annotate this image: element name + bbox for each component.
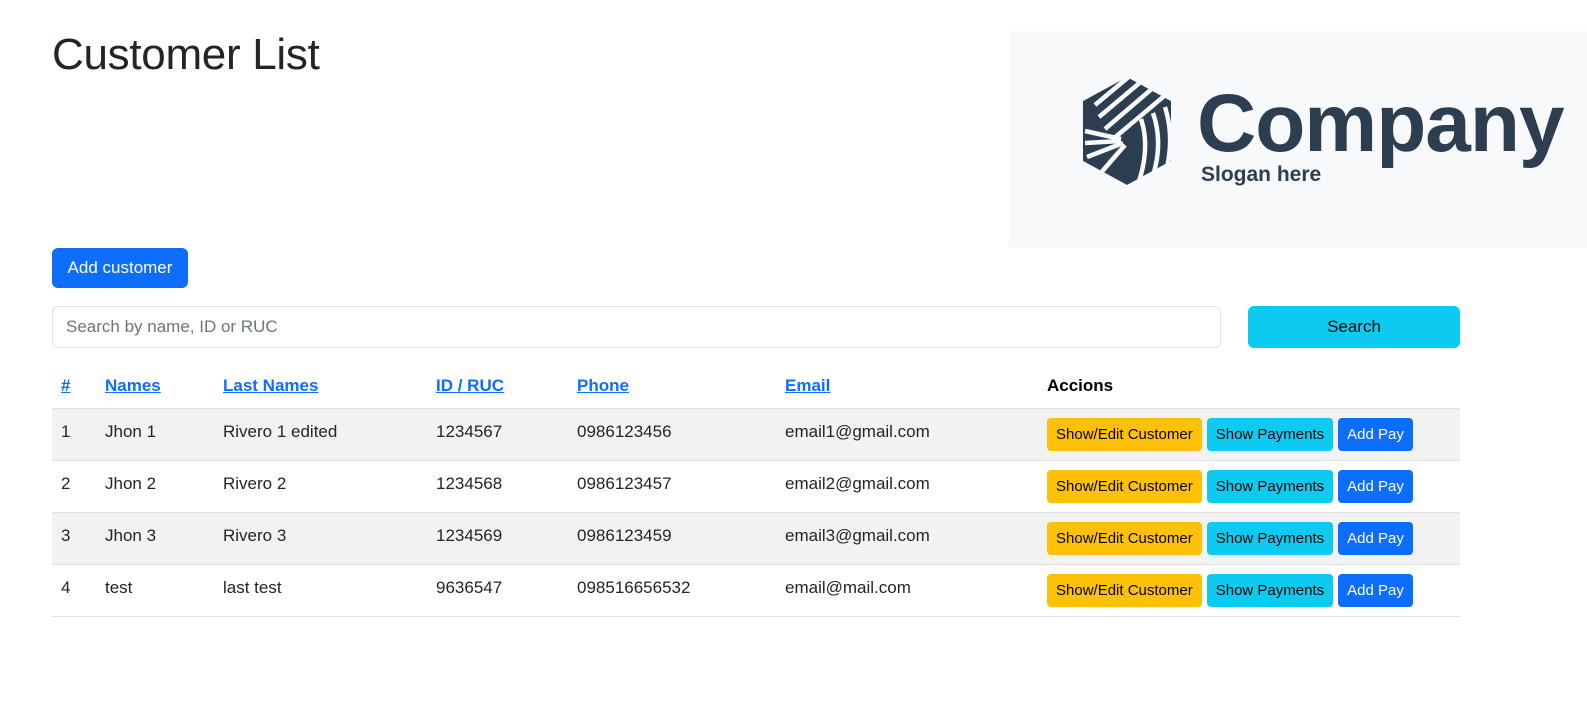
cell-phone-text: 0986123457 (577, 473, 672, 493)
cell-last-names: Rivero 2 (214, 460, 427, 513)
show-edit-customer-button[interactable]: Show/Edit Customer (1047, 522, 1202, 555)
cell-last-names-text: Rivero 3 (223, 525, 287, 545)
hexagon-stripes-logo-icon (1083, 77, 1171, 185)
cell-id-text: 1234568 (436, 473, 503, 493)
show-edit-customer-button[interactable]: Show/Edit Customer (1047, 418, 1202, 451)
cell-id-text: 1234569 (436, 525, 503, 545)
cell-phone: 098516656532 (568, 564, 776, 617)
row-actions: Show/Edit Customer Show Payments Add Pay (1047, 574, 1460, 607)
cell-names-text: test (105, 577, 133, 597)
cell-last-names: Rivero 1 edited (214, 408, 427, 461)
column-header-id: ID / RUC (427, 364, 568, 409)
cell-names: Jhon 1 (96, 408, 214, 461)
cell-email: email1@gmail.com (776, 408, 1038, 461)
sort-link-names[interactable]: Names (105, 376, 161, 395)
sort-link-num[interactable]: # (61, 376, 70, 395)
actions-header-label: Accions (1047, 376, 1114, 395)
add-pay-button[interactable]: Add Pay (1338, 522, 1413, 555)
cell-id: 9636547 (427, 564, 568, 617)
page-title: Customer List (52, 30, 320, 79)
show-payments-button[interactable]: Show Payments (1206, 522, 1334, 555)
cell-last-names-text: Rivero 1 edited (223, 421, 338, 441)
company-slogan: Slogan here (1201, 163, 1322, 186)
cell-email: email@mail.com (776, 564, 1038, 617)
cell-actions: Show/Edit Customer Show Payments Add Pay (1038, 460, 1460, 513)
cell-phone: 0986123456 (568, 408, 776, 461)
cell-actions: Show/Edit Customer Show Payments Add Pay (1038, 564, 1460, 617)
cell-email-text: email1@gmail.com (785, 421, 930, 441)
search-button[interactable]: Search (1248, 306, 1460, 348)
cell-phone-text: 0986123459 (577, 525, 672, 545)
table-header-row: # Names Last Names ID / RUC Phone Email … (52, 364, 1460, 409)
cell-email: email3@gmail.com (776, 512, 1038, 565)
customer-table: # Names Last Names ID / RUC Phone Email … (52, 364, 1460, 617)
table-row: 4 test last test 9636547 098516656532 em… (52, 564, 1460, 617)
add-pay-button[interactable]: Add Pay (1338, 418, 1413, 451)
cell-num-text: 4 (61, 577, 71, 597)
show-edit-customer-button[interactable]: Show/Edit Customer (1047, 574, 1202, 607)
row-actions: Show/Edit Customer Show Payments Add Pay (1047, 418, 1460, 451)
cell-email-text: email3@gmail.com (785, 525, 930, 545)
show-payments-button[interactable]: Show Payments (1206, 418, 1334, 451)
cell-num-text: 3 (61, 525, 71, 545)
page: Customer List Company Slogan here Add cu… (0, 0, 1587, 715)
cell-num: 4 (52, 564, 96, 617)
cell-phone: 0986123459 (568, 512, 776, 565)
add-customer-button[interactable]: Add customer (52, 248, 188, 288)
row-actions: Show/Edit Customer Show Payments Add Pay (1047, 522, 1460, 555)
sort-link-email[interactable]: Email (785, 376, 830, 395)
cell-names-text: Jhon 3 (105, 525, 157, 545)
cell-num: 3 (52, 512, 96, 565)
show-edit-customer-button[interactable]: Show/Edit Customer (1047, 470, 1202, 503)
column-header-last-names: Last Names (214, 364, 427, 409)
sort-link-last-names[interactable]: Last Names (223, 376, 318, 395)
cell-num-text: 2 (61, 473, 71, 493)
show-payments-button[interactable]: Show Payments (1206, 470, 1334, 503)
cell-actions: Show/Edit Customer Show Payments Add Pay (1038, 512, 1460, 565)
add-pay-button[interactable]: Add Pay (1338, 574, 1413, 607)
search-input[interactable] (52, 306, 1221, 348)
cell-id: 1234568 (427, 460, 568, 513)
sort-link-id[interactable]: ID / RUC (436, 376, 504, 395)
cell-last-names-text: Rivero 2 (223, 473, 287, 493)
cell-email: email2@gmail.com (776, 460, 1038, 513)
table-row: 3 Jhon 3 Rivero 3 1234569 0986123459 ema… (52, 512, 1460, 565)
row-actions: Show/Edit Customer Show Payments Add Pay (1047, 470, 1460, 503)
cell-num: 1 (52, 408, 96, 461)
cell-names-text: Jhon 1 (105, 421, 157, 441)
cell-last-names-text: last test (223, 577, 282, 597)
cell-id: 1234569 (427, 512, 568, 565)
column-header-num: # (52, 364, 96, 409)
cell-phone: 0986123457 (568, 460, 776, 513)
column-header-actions: Accions (1038, 364, 1460, 409)
sort-link-phone[interactable]: Phone (577, 376, 629, 395)
cell-last-names: last test (214, 564, 427, 617)
cell-id-text: 1234567 (436, 421, 503, 441)
column-header-phone: Phone (568, 364, 776, 409)
cell-num-text: 1 (61, 421, 71, 441)
column-header-names: Names (96, 364, 214, 409)
cell-last-names: Rivero 3 (214, 512, 427, 565)
cell-email-text: email@mail.com (785, 577, 911, 597)
cell-id-text: 9636547 (436, 577, 503, 597)
column-header-email: Email (776, 364, 1038, 409)
company-logo: Company Slogan here (1009, 31, 1587, 247)
company-name: Company (1197, 78, 1565, 169)
cell-phone-text: 098516656532 (577, 577, 691, 597)
show-payments-button[interactable]: Show Payments (1206, 574, 1334, 607)
cell-actions: Show/Edit Customer Show Payments Add Pay (1038, 408, 1460, 461)
table-row: 2 Jhon 2 Rivero 2 1234568 0986123457 ema… (52, 460, 1460, 513)
cell-names: Jhon 2 (96, 460, 214, 513)
cell-names-text: Jhon 2 (105, 473, 157, 493)
cell-phone-text: 0986123456 (577, 421, 672, 441)
cell-names: test (96, 564, 214, 617)
cell-id: 1234567 (427, 408, 568, 461)
cell-num: 2 (52, 460, 96, 513)
add-pay-button[interactable]: Add Pay (1338, 470, 1413, 503)
table-row: 1 Jhon 1 Rivero 1 edited 1234567 0986123… (52, 408, 1460, 461)
cell-names: Jhon 3 (96, 512, 214, 565)
cell-email-text: email2@gmail.com (785, 473, 930, 493)
